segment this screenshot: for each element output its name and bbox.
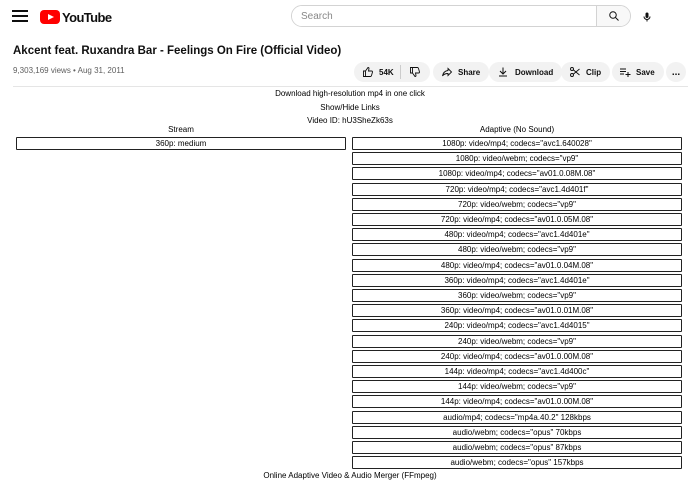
share-button[interactable]: Share bbox=[433, 62, 490, 82]
voice-search-button[interactable] bbox=[638, 8, 656, 26]
adaptive-link-button[interactable]: 480p: video/webm; codecs="vp9" bbox=[352, 243, 682, 257]
video-title: Akcent feat. Ruxandra Bar - Feelings On … bbox=[13, 45, 342, 57]
adaptive-link-button[interactable]: 240p: video/mp4; codecs="avc1.4d4015" bbox=[352, 319, 682, 333]
adaptive-link-button[interactable]: 1080p: video/mp4; codecs="av01.0.08M.08" bbox=[352, 167, 682, 181]
adaptive-link-button[interactable]: 360p: video/mp4; codecs="av01.0.01M.08" bbox=[352, 304, 682, 318]
stream-heading: Stream bbox=[168, 125, 194, 134]
adaptive-link-button[interactable]: 144p: video/webm; codecs="vp9" bbox=[352, 380, 682, 394]
adaptive-link-button[interactable]: 720p: video/mp4; codecs="avc1.4d401f" bbox=[352, 182, 682, 196]
show-hide-links-toggle[interactable]: Show/Hide Links bbox=[0, 103, 700, 112]
share-label: Share bbox=[458, 67, 481, 77]
menu-icon[interactable] bbox=[11, 8, 29, 24]
scissors-icon bbox=[570, 67, 580, 77]
adaptive-link-button[interactable]: 144p: video/mp4; codecs="av01.0.00M.08" bbox=[352, 395, 682, 409]
ffmpeg-merger-link[interactable]: Online Adaptive Video & Audio Merger (FF… bbox=[0, 471, 700, 480]
search-box bbox=[291, 5, 631, 27]
divider bbox=[13, 86, 688, 87]
more-actions-button[interactable]: ... bbox=[666, 62, 686, 82]
adaptive-link-button[interactable]: 720p: video/webm; codecs="vp9" bbox=[352, 197, 682, 211]
video-meta: 9,303,169 views • Aug 31, 2011 bbox=[13, 66, 125, 75]
search-input[interactable] bbox=[292, 6, 596, 26]
masthead: YouTube bbox=[0, 0, 700, 34]
adaptive-link-button[interactable]: audio/webm; codecs="opus" 87kbps bbox=[352, 441, 682, 454]
adaptive-link-button[interactable]: 720p: video/mp4; codecs="av01.0.05M.08" bbox=[352, 213, 682, 226]
like-button[interactable]: 54K bbox=[354, 65, 401, 79]
search-icon bbox=[608, 11, 619, 21]
save-label: Save bbox=[636, 67, 655, 77]
adaptive-link-button[interactable]: 360p: video/webm; codecs="vp9" bbox=[352, 289, 682, 302]
clip-label: Clip bbox=[586, 67, 602, 77]
download-headline-link[interactable]: Download high-resolution mp4 in one clic… bbox=[0, 89, 700, 98]
like-count: 54K bbox=[379, 67, 394, 77]
adaptive-link-button[interactable]: 240p: video/mp4; codecs="av01.0.00M.08" bbox=[352, 349, 682, 363]
more-horizontal-icon: ... bbox=[671, 66, 681, 78]
adaptive-link-button[interactable]: audio/webm; codecs="opus" 157kbps bbox=[352, 456, 682, 470]
adaptive-link-button[interactable]: audio/webm; codecs="opus" 70kbps bbox=[352, 425, 682, 439]
download-label: Download bbox=[515, 67, 554, 77]
video-id-label: Video ID: hU3SheZk63s bbox=[307, 116, 393, 125]
like-dislike-group: 54K bbox=[354, 62, 430, 82]
adaptive-heading: Adaptive (No Sound) bbox=[479, 125, 555, 134]
thumbs-down-icon bbox=[409, 67, 420, 77]
search-button[interactable] bbox=[596, 6, 630, 26]
download-button[interactable]: Download bbox=[489, 62, 563, 82]
download-icon bbox=[499, 67, 507, 77]
save-button[interactable]: Save bbox=[612, 62, 664, 82]
playlist-add-icon bbox=[620, 68, 631, 77]
logo-text: YouTube bbox=[62, 9, 112, 25]
thumbs-up-icon bbox=[363, 67, 373, 77]
adaptive-link-button[interactable]: 240p: video/webm; codecs="vp9" bbox=[352, 334, 682, 348]
adaptive-link-button[interactable]: 480p: video/mp4; codecs="av01.0.04M.08" bbox=[352, 258, 682, 272]
youtube-play-logo-icon bbox=[40, 10, 60, 24]
adaptive-link-button[interactable]: audio/mp4; codecs="mp4a.40.2" 128kbps bbox=[352, 410, 682, 424]
share-arrow-icon bbox=[442, 67, 453, 77]
adaptive-link-button[interactable]: 360p: video/mp4; codecs="avc1.4d401e" bbox=[352, 273, 682, 287]
microphone-icon bbox=[643, 12, 651, 22]
clip-button[interactable]: Clip bbox=[561, 62, 611, 82]
adaptive-link-button[interactable]: 144p: video/mp4; codecs="avc1.4d400c" bbox=[352, 365, 682, 378]
adaptive-link-button[interactable]: 480p: video/mp4; codecs="avc1.4d401e" bbox=[352, 228, 682, 242]
adaptive-link-button[interactable]: 1080p: video/webm; codecs="vp9" bbox=[352, 152, 682, 166]
youtube-logo[interactable]: YouTube bbox=[40, 8, 112, 26]
adaptive-link-button[interactable]: 1080p: video/mp4; codecs="avc1.640028" bbox=[352, 137, 682, 150]
stream-link-button[interactable]: 360p: medium bbox=[16, 137, 346, 150]
dislike-button[interactable] bbox=[401, 62, 430, 82]
